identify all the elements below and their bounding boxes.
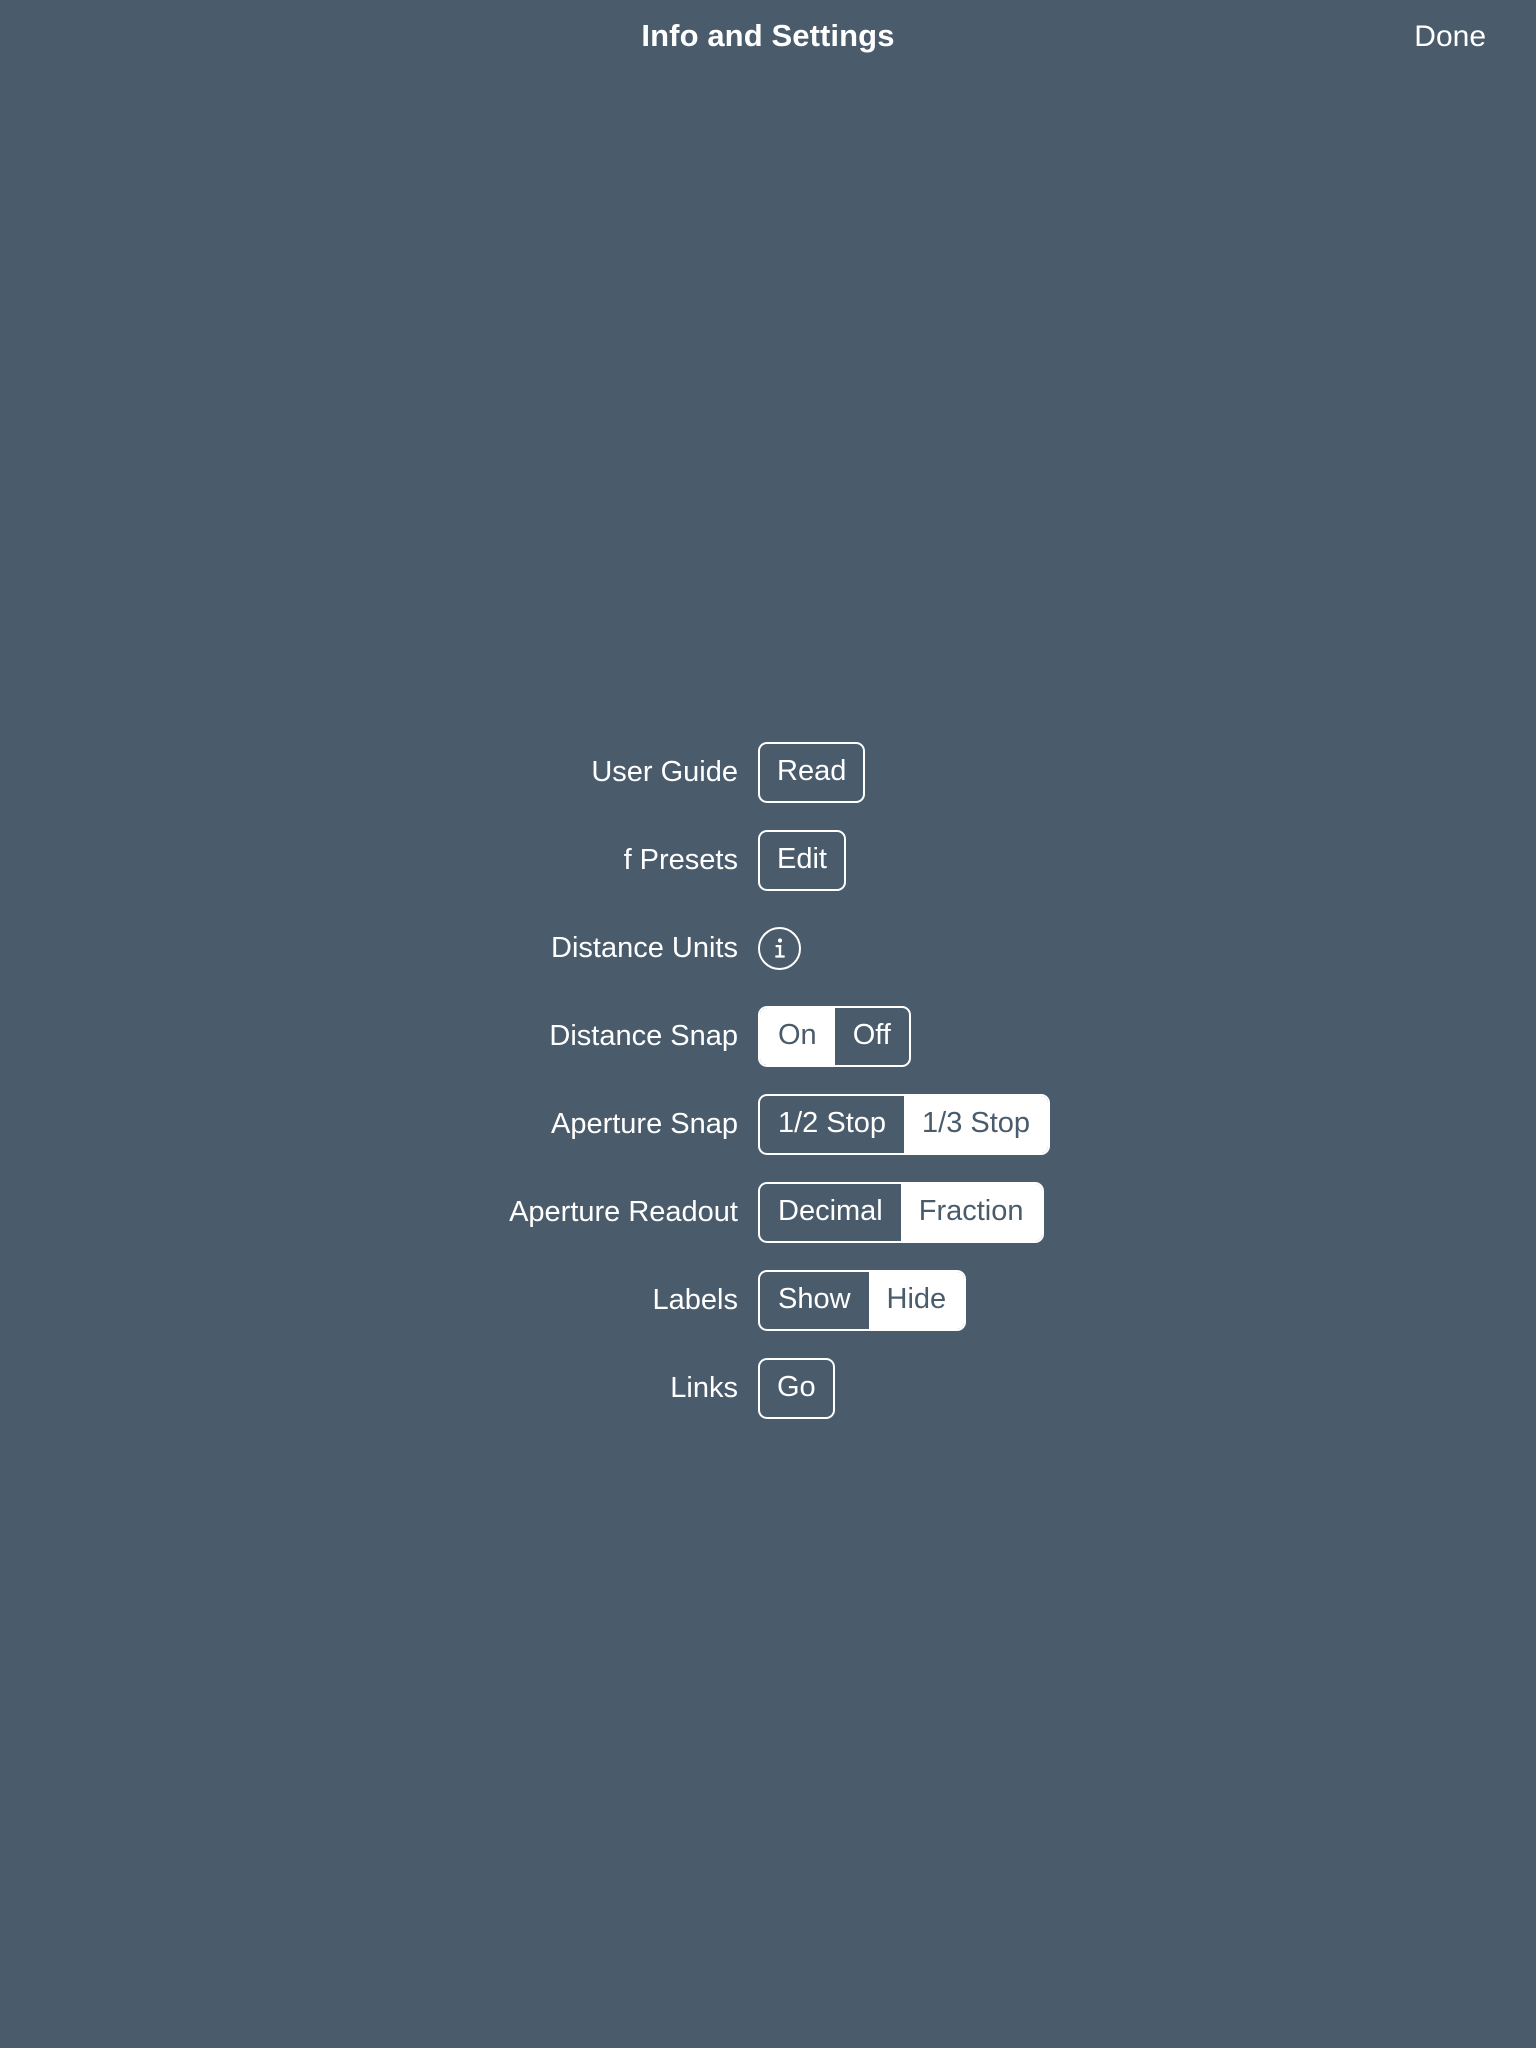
page-title: Info and Settings xyxy=(641,18,895,53)
settings-row-control-distance-units xyxy=(758,926,801,970)
settings-list: User Guide Read f Presets Edit Distance Unit… xyxy=(0,728,1536,1432)
aperture-snap-option-1-3-stop[interactable]: 1/3 Stop xyxy=(904,1095,1049,1153)
settings-row-label-user-guide: User Guide xyxy=(591,755,738,788)
settings-row-label-aperture-readout: Aperture Readout xyxy=(509,1195,738,1228)
settings-row-label-distance-snap: Distance Snap xyxy=(549,1019,738,1052)
settings-row-control-labels: Show Hide xyxy=(758,1269,967,1331)
settings-row-label-labels: Labels xyxy=(652,1283,738,1316)
user-guide-button[interactable]: Read xyxy=(758,741,866,803)
settings-row-labels: Labels Show Hide xyxy=(0,1256,1536,1344)
settings-row-control-links: Go xyxy=(758,1357,835,1419)
labels-segmented-control: Show Hide xyxy=(758,1269,967,1331)
settings-row-distance-snap: Distance Snap On Off xyxy=(0,992,1536,1080)
settings-row-control-aperture-snap: 1/2 Stop 1/3 Stop xyxy=(758,1093,1051,1155)
f-presets-button[interactable]: Edit xyxy=(758,829,846,891)
labels-option-show[interactable]: Show xyxy=(760,1272,869,1329)
settings-row-aperture-snap: Aperture Snap 1/2 Stop 1/3 Stop xyxy=(0,1080,1536,1168)
settings-row-label-links: Links xyxy=(670,1371,738,1404)
settings-row-control-distance-snap: On Off xyxy=(758,1005,911,1067)
settings-row-links: Links Go xyxy=(0,1344,1536,1432)
distance-snap-segmented-control: On Off xyxy=(758,1005,911,1067)
done-button[interactable]: Done xyxy=(1414,19,1486,55)
settings-row-label-aperture-snap: Aperture Snap xyxy=(550,1107,738,1140)
settings-row-aperture-readout: Aperture Readout Decimal Fraction xyxy=(0,1168,1536,1256)
aperture-readout-option-fraction[interactable]: Fraction xyxy=(900,1183,1042,1241)
settings-row-label-distance-units: Distance Units xyxy=(551,931,738,964)
settings-row-distance-units: Distance Units xyxy=(0,904,1536,992)
aperture-snap-segmented-control: 1/2 Stop 1/3 Stop xyxy=(758,1093,1051,1155)
settings-row-control-aperture-readout: Decimal Fraction xyxy=(758,1181,1044,1243)
settings-row-label-f-presets: f Presets xyxy=(623,843,738,876)
settings-row-user-guide: User Guide Read xyxy=(0,728,1536,816)
settings-row-f-presets: f Presets Edit xyxy=(0,816,1536,904)
distance-snap-option-on[interactable]: On xyxy=(760,1007,835,1065)
distance-snap-option-off[interactable]: Off xyxy=(835,1008,909,1065)
settings-row-control-f-presets: Edit xyxy=(758,829,846,891)
labels-option-hide[interactable]: Hide xyxy=(868,1271,965,1329)
info-circle-icon[interactable] xyxy=(758,926,801,970)
aperture-readout-segmented-control: Decimal Fraction xyxy=(758,1181,1044,1243)
header-bar: Info and Settings Done xyxy=(0,0,1536,92)
aperture-snap-option-1-2-stop[interactable]: 1/2 Stop xyxy=(760,1096,904,1153)
settings-row-control-user-guide: Read xyxy=(758,741,866,803)
links-button[interactable]: Go xyxy=(758,1357,835,1419)
aperture-readout-option-decimal[interactable]: Decimal xyxy=(760,1184,901,1241)
